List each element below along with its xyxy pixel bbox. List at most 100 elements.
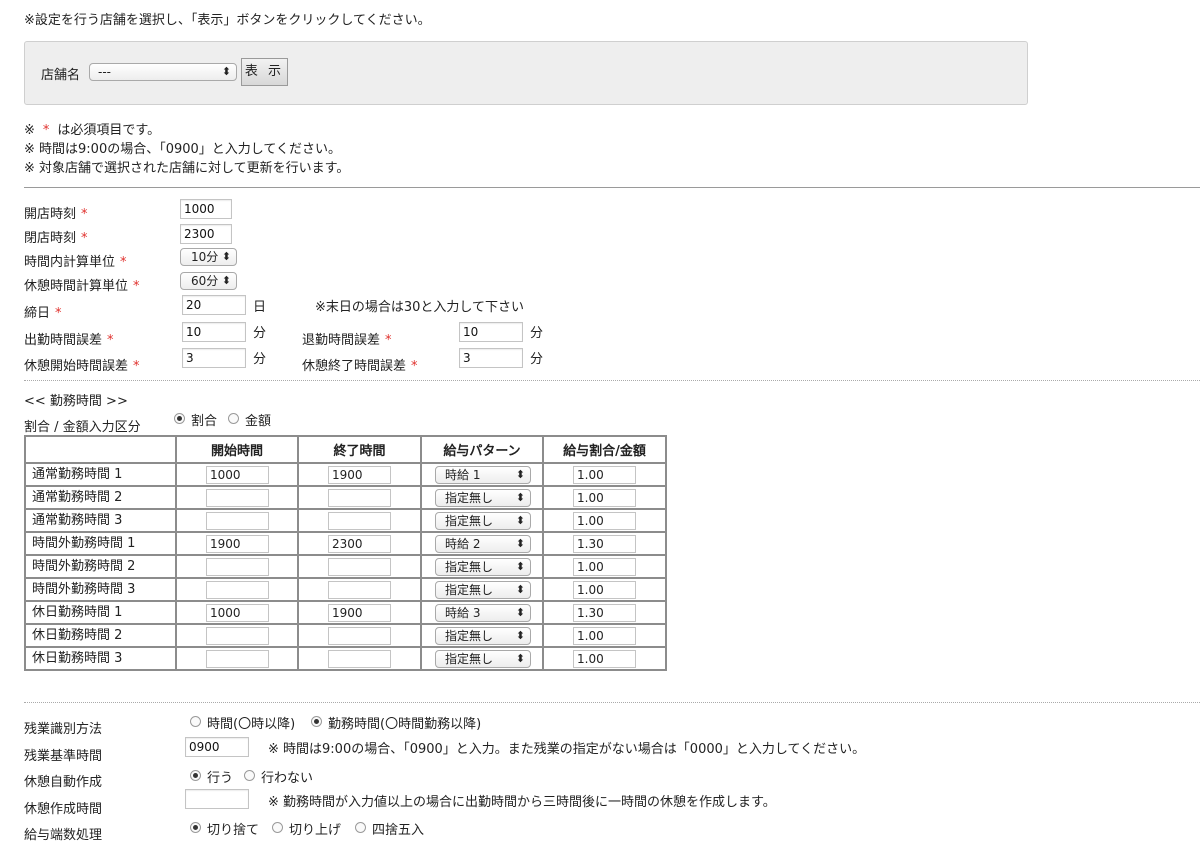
row-label: 時間外勤務時間 2 — [24, 554, 177, 579]
start-cell — [175, 554, 299, 579]
radio-auto-break-yes-label: 行う — [207, 771, 234, 786]
pay-pattern-select[interactable]: 指定無し ⬍ — [435, 512, 531, 530]
divider — [24, 187, 1200, 188]
pay-pattern-select[interactable]: 時給 1 ⬍ — [435, 466, 531, 484]
break-start-error-input[interactable]: 3 — [182, 348, 246, 368]
pay-pattern-select[interactable]: 時給 2 ⬍ — [435, 535, 531, 553]
radio-amount-label: 金額 — [245, 414, 272, 429]
break-create-time-input[interactable] — [185, 789, 249, 809]
end-time-input[interactable] — [328, 627, 391, 645]
row-label: 通常勤務時間 3 — [24, 508, 177, 533]
pattern-cell: 時給 1 ⬍ — [420, 462, 544, 487]
break-end-error-input[interactable]: 3 — [459, 348, 523, 368]
start-time-input[interactable] — [206, 581, 269, 599]
end-cell: 2300 — [297, 531, 422, 556]
radio-overtime-hours[interactable] — [311, 716, 322, 727]
table-header-blank — [24, 435, 177, 464]
select-arrows-icon: ⬍ — [515, 606, 525, 619]
select-arrows-icon: ⬍ — [515, 468, 525, 481]
row-label: 通常勤務時間 2 — [24, 485, 177, 510]
rate-cell: 1.00 — [542, 623, 667, 648]
note-time-format: ※ 時間は9:00の場合、「0900」と入力してください。 — [24, 142, 342, 157]
pay-rate-input[interactable]: 1.00 — [573, 558, 636, 576]
break-create-time-note: ※ 勤務時間が入力値以上の場合に出勤時間から三時間後に一時間の休憩を作成します。 — [268, 795, 776, 810]
select-arrows-icon: ⬍ — [515, 583, 525, 596]
end-cell — [297, 577, 422, 602]
radio-auto-break-no[interactable] — [244, 770, 255, 781]
radio-auto-break-yes[interactable] — [190, 770, 201, 781]
start-time-input[interactable] — [206, 650, 269, 668]
table-header-rate: 給与割合/金額 — [542, 435, 667, 464]
table-row: 休日勤務時間 2 指定無し ⬍ 1.00 — [24, 623, 667, 648]
store-label: 店舗名 — [41, 68, 81, 83]
pattern-cell: 時給 3 ⬍ — [420, 600, 544, 625]
start-time-input[interactable] — [206, 558, 269, 576]
clockin-error-input[interactable]: 10 — [182, 322, 246, 342]
start-time-input[interactable]: 1900 — [206, 535, 269, 553]
store-select[interactable]: --- ⬍ — [89, 63, 237, 81]
start-time-input[interactable]: 1000 — [206, 604, 269, 622]
start-time-input[interactable] — [206, 489, 269, 507]
start-time-input[interactable] — [206, 627, 269, 645]
clockin-error-unit: 分 — [253, 326, 267, 341]
end-time-input[interactable] — [328, 650, 391, 668]
pay-rate-input[interactable]: 1.30 — [573, 535, 636, 553]
work-hours-title: << 勤務時間 >> — [24, 394, 128, 409]
start-time-input[interactable] — [206, 512, 269, 530]
radio-amount[interactable] — [228, 413, 239, 424]
close-time-input[interactable]: 2300 — [180, 224, 232, 244]
rounding-label: 給与端数処理 — [24, 828, 103, 843]
radio-overtime-time-label: 時間(〇時以降) — [207, 717, 296, 732]
pattern-cell: 指定無し ⬍ — [420, 646, 544, 671]
select-arrows-icon: ⬍ — [221, 65, 231, 78]
pay-rate-input[interactable]: 1.30 — [573, 604, 636, 622]
time-unit-select[interactable]: 10分 ⬍ — [180, 248, 237, 266]
rate-cell: 1.00 — [542, 646, 667, 671]
row-label: 時間外勤務時間 1 — [24, 531, 177, 556]
rate-cell: 1.30 — [542, 531, 667, 556]
overtime-base-input[interactable]: 0900 — [185, 737, 249, 757]
pay-rate-input[interactable]: 1.00 — [573, 512, 636, 530]
end-time-input[interactable] — [328, 558, 391, 576]
radio-ratio-label: 割合 — [191, 414, 218, 429]
end-cell: 1900 — [297, 600, 422, 625]
pay-pattern-select[interactable]: 指定無し ⬍ — [435, 627, 531, 645]
closing-day-label: 締日 * — [24, 306, 62, 321]
pay-rate-input[interactable]: 1.00 — [573, 466, 636, 484]
table-header-end: 終了時間 — [297, 435, 422, 464]
end-time-input[interactable]: 1900 — [328, 604, 391, 622]
pay-pattern-select[interactable]: 指定無し ⬍ — [435, 558, 531, 576]
pay-pattern-select[interactable]: 指定無し ⬍ — [435, 581, 531, 599]
pattern-cell: 指定無し ⬍ — [420, 508, 544, 533]
radio-rounding-up[interactable] — [272, 822, 283, 833]
break-start-error-label: 休憩開始時間誤差 * — [24, 359, 140, 374]
radio-rounding-round[interactable] — [355, 822, 366, 833]
end-time-input[interactable]: 1900 — [328, 466, 391, 484]
pay-pattern-select[interactable]: 指定無し ⬍ — [435, 650, 531, 668]
end-time-input[interactable] — [328, 581, 391, 599]
break-unit-select[interactable]: 60分 ⬍ — [180, 272, 237, 290]
pay-rate-input[interactable]: 1.00 — [573, 650, 636, 668]
radio-ratio[interactable] — [174, 413, 185, 424]
row-label: 休日勤務時間 3 — [24, 646, 177, 671]
note-required: ※ * は必須項目です。 — [24, 119, 160, 138]
radio-rounding-down[interactable] — [190, 822, 201, 833]
radio-rounding-down-label: 切り捨て — [207, 823, 260, 838]
pay-pattern-select[interactable]: 時給 3 ⬍ — [435, 604, 531, 622]
radio-overtime-hours-label: 勤務時間(〇時間勤務以降) — [328, 717, 482, 732]
start-time-input[interactable]: 1000 — [206, 466, 269, 484]
clockout-error-input[interactable]: 10 — [459, 322, 523, 342]
open-time-input[interactable]: 1000 — [180, 199, 232, 219]
pay-rate-input[interactable]: 1.00 — [573, 489, 636, 507]
end-time-input[interactable] — [328, 489, 391, 507]
table-row: 通常勤務時間 1 1000 1900 時給 1 ⬍ 1.00 — [24, 462, 667, 487]
closing-day-input[interactable]: 20 — [182, 295, 246, 315]
end-time-input[interactable]: 2300 — [328, 535, 391, 553]
radio-overtime-time[interactable] — [190, 716, 201, 727]
rate-cell: 1.00 — [542, 577, 667, 602]
pay-rate-input[interactable]: 1.00 — [573, 581, 636, 599]
display-button[interactable]: 表 示 — [241, 58, 288, 86]
pay-pattern-select[interactable]: 指定無し ⬍ — [435, 489, 531, 507]
end-time-input[interactable] — [328, 512, 391, 530]
pay-rate-input[interactable]: 1.00 — [573, 627, 636, 645]
